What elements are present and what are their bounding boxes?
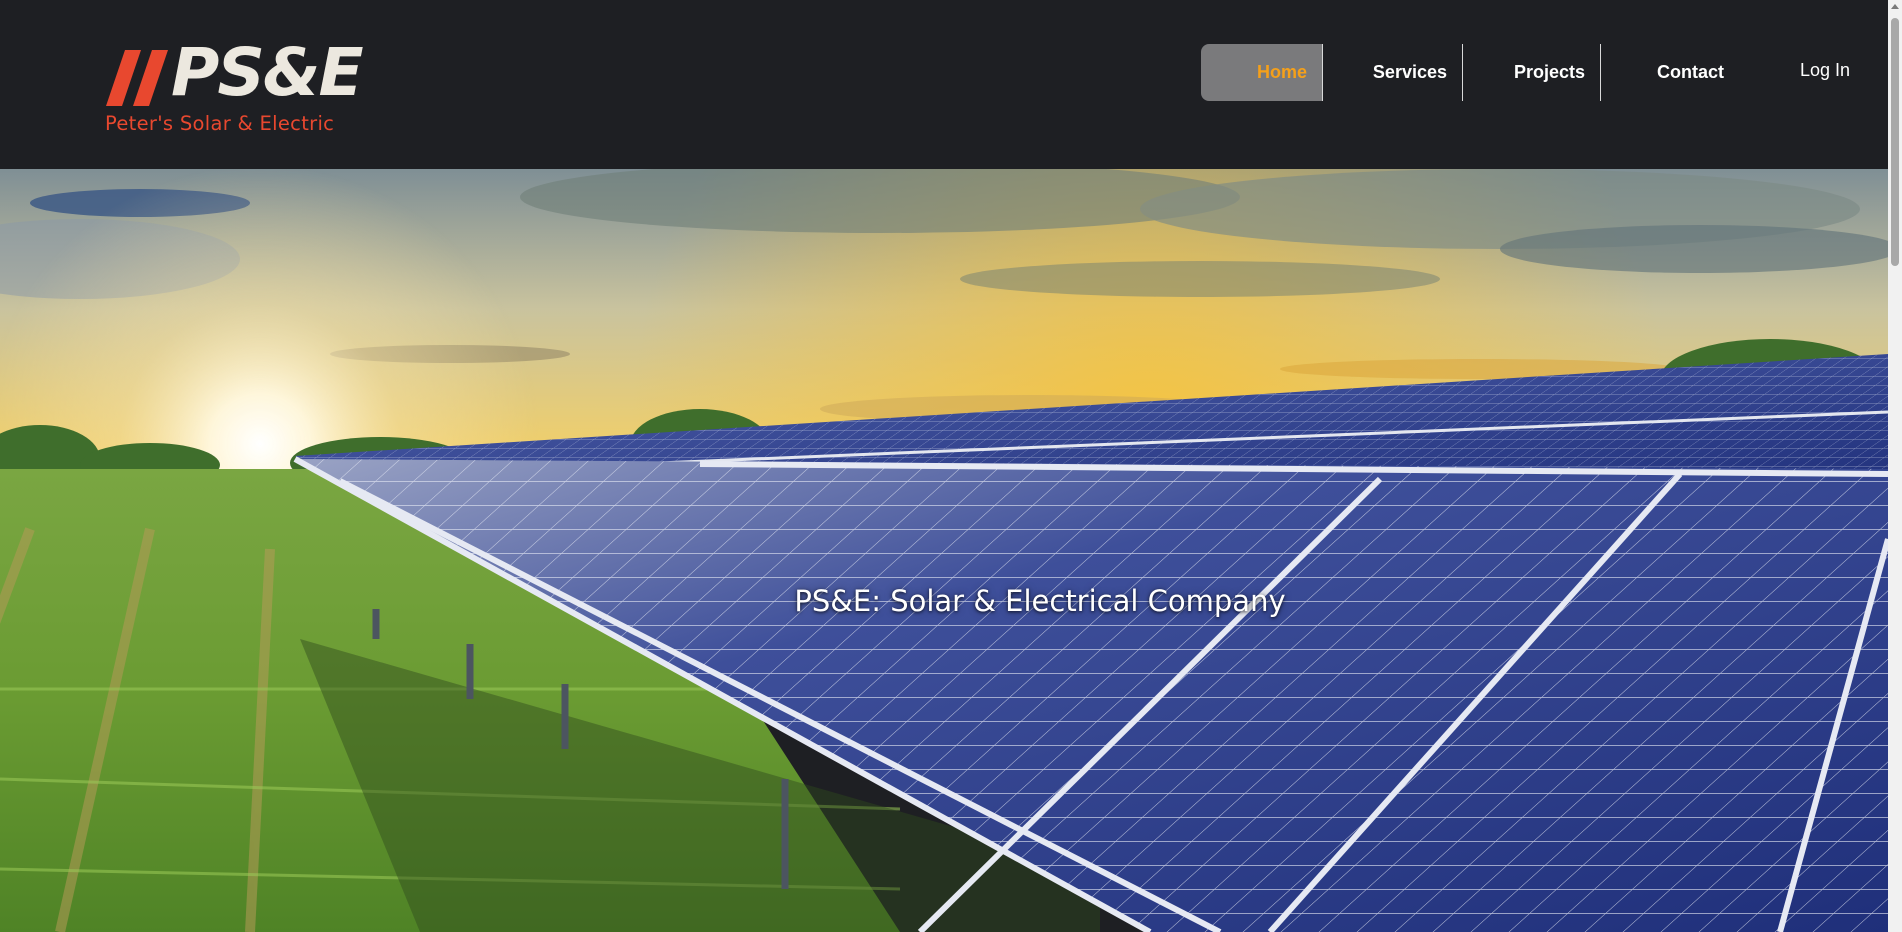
double-slash-logo-icon: [106, 50, 168, 106]
hero-solar-farm-image: [0, 169, 1888, 932]
login-link[interactable]: Log In: [1800, 60, 1850, 81]
logo-wordmark: PS&E: [171, 34, 364, 111]
site-header: PS&E Peter's Solar & Electric Home Servi…: [0, 0, 1888, 169]
logo-tagline: Peter's Solar & Electric: [105, 112, 335, 135]
main-nav: Home Services Projects Contact: [1201, 44, 1739, 101]
nav-item-services[interactable]: Services: [1323, 44, 1463, 101]
nav-item-home[interactable]: Home: [1201, 44, 1323, 101]
page-scrollbar[interactable]: [1888, 0, 1902, 932]
page: PS&E Peter's Solar & Electric Home Servi…: [0, 0, 1902, 932]
scrollbar-thumb[interactable]: [1891, 18, 1899, 266]
hero-title: PS&E: Solar & Electrical Company: [794, 584, 1286, 618]
site-logo[interactable]: PS&E Peter's Solar & Electric: [103, 40, 393, 140]
nav-item-projects[interactable]: Projects: [1463, 44, 1601, 101]
hero-section: PS&E: Solar & Electrical Company: [0, 169, 1888, 932]
nav-item-contact[interactable]: Contact: [1601, 44, 1739, 101]
chevron-up-icon[interactable]: [1891, 4, 1899, 9]
